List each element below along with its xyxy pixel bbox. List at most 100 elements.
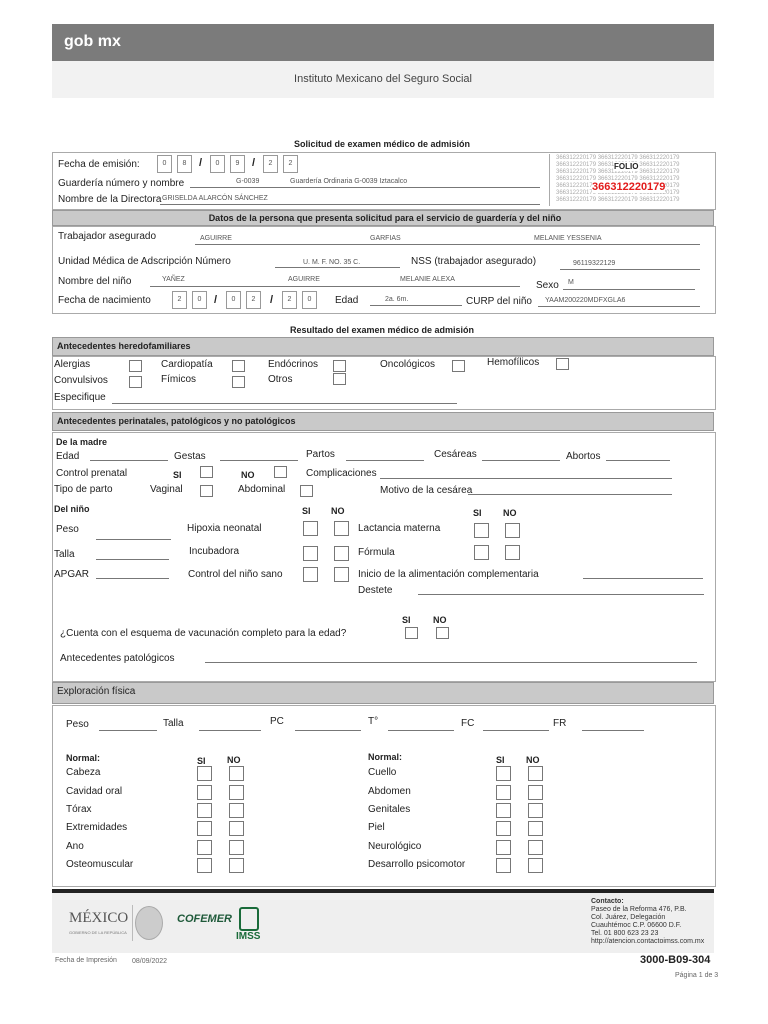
guarderia-numero[interactable]: G-0039 [236, 178, 259, 185]
abortos-label: Abortos [566, 451, 601, 462]
gestas-label: Gestas [174, 451, 206, 462]
exploracion-no-checkbox[interactable] [229, 858, 244, 873]
directora-value[interactable]: GRISELDA ALARCÓN SÁNCHEZ [162, 195, 268, 202]
incubadora-no[interactable] [334, 546, 349, 561]
exploracion-no-checkbox[interactable] [528, 803, 543, 818]
sexo-value[interactable]: M [568, 279, 574, 286]
date-digit[interactable]: 0 [302, 291, 317, 309]
date-digit[interactable]: 2 [263, 155, 278, 173]
exploracion-si-checkbox[interactable] [496, 858, 511, 873]
date-separator: / [270, 294, 274, 306]
exploracion-no-checkbox[interactable] [229, 821, 244, 836]
edad-value[interactable]: 2a. 6m. [385, 296, 408, 303]
talla-label: Talla [163, 718, 184, 729]
date-digit[interactable]: 2 [172, 291, 187, 309]
lactancia-no[interactable] [505, 523, 520, 538]
date-digit[interactable]: 0 [192, 291, 207, 309]
mexico-logo: MÉXICO [69, 910, 129, 926]
otros-checkbox[interactable] [333, 373, 346, 385]
si-label: SI [173, 470, 182, 480]
lactancia-label: Lactancia materna [358, 523, 441, 534]
exploracion-si-checkbox[interactable] [496, 766, 511, 781]
exploracion-no-checkbox[interactable] [528, 821, 543, 836]
abdominal-checkbox[interactable] [300, 485, 313, 497]
si-label: SI [473, 508, 482, 518]
nino-heading: Del niño [54, 504, 90, 514]
control-sano-si[interactable] [303, 567, 318, 582]
trabajador-label: Trabajador asegurado [58, 231, 157, 242]
exploracion-si-checkbox[interactable] [496, 785, 511, 800]
date-digit[interactable]: 0 [210, 155, 225, 173]
exploracion-si-checkbox[interactable] [197, 803, 212, 818]
exploracion-si-checkbox[interactable] [197, 766, 212, 781]
date-digit[interactable]: 8 [177, 155, 192, 173]
date-digit[interactable]: 0 [157, 155, 172, 173]
exploracion-si-checkbox[interactable] [496, 803, 511, 818]
gob-logo[interactable]: gob mx [64, 33, 121, 51]
guarderia-nombre[interactable]: Guardería Ordinaria G-0039 Iztacalco [290, 178, 407, 185]
endocrinos-checkbox[interactable] [333, 360, 346, 372]
contact-url[interactable]: http://atencion.contactoimss.com.mx [591, 938, 704, 946]
trabajador-nombre[interactable]: MELANIE YESSENIA [534, 235, 602, 242]
trabajador-apellido1[interactable]: AGUIRRE [200, 235, 232, 242]
fimicos-checkbox[interactable] [232, 376, 245, 388]
date-digit[interactable]: 0 [226, 291, 241, 309]
patologicos-field[interactable] [205, 662, 697, 663]
control-sano-no[interactable] [334, 567, 349, 582]
address-line: Paseo de la Reforma 476, P.B. [591, 906, 687, 913]
hemofilicos-checkbox[interactable] [556, 358, 569, 370]
guarderia-label: Guardería número y nombre [58, 178, 185, 189]
formula-no[interactable] [505, 545, 520, 560]
exploracion-si-checkbox[interactable] [197, 821, 212, 836]
exploracion-si-checkbox[interactable] [197, 840, 212, 855]
exploracion-item-label: Cuello [368, 767, 397, 778]
exploracion-si-checkbox[interactable] [496, 821, 511, 836]
especifique-field[interactable] [112, 403, 457, 404]
destete-label: Destete [358, 585, 393, 596]
control-prenatal-no[interactable] [274, 466, 287, 478]
convulsivos-checkbox[interactable] [129, 376, 142, 388]
exploracion-no-checkbox[interactable] [229, 803, 244, 818]
date-digit[interactable]: 2 [246, 291, 261, 309]
nino-apellido2[interactable]: AGUIRRE [288, 276, 320, 283]
exploracion-si-checkbox[interactable] [197, 858, 212, 873]
hemofilicos-label: Hemofílicos [487, 357, 540, 368]
perinatales-header: Antecedentes perinatales, patológicos y … [52, 412, 714, 431]
incubadora-si[interactable] [303, 546, 318, 561]
exploracion-si-checkbox[interactable] [496, 840, 511, 855]
formula-si[interactable] [474, 545, 489, 560]
oncologicos-checkbox[interactable] [452, 360, 465, 372]
exploracion-no-checkbox[interactable] [229, 766, 244, 781]
nino-nombre[interactable]: MELANIE ALEXA [400, 276, 455, 283]
alergias-checkbox[interactable] [129, 360, 142, 372]
vacunacion-no[interactable] [436, 627, 449, 639]
cardiopatia-checkbox[interactable] [232, 360, 245, 372]
vaginal-checkbox[interactable] [200, 485, 213, 497]
trabajador-apellido2[interactable]: GARFIAS [370, 235, 401, 242]
control-prenatal-si[interactable] [200, 466, 213, 478]
exploracion-no-checkbox[interactable] [528, 858, 543, 873]
umf-value[interactable]: U. M. F. NO. 35 C. [303, 259, 360, 266]
exploracion-si-checkbox[interactable] [197, 785, 212, 800]
lactancia-si[interactable] [474, 523, 489, 538]
si-label: SI [302, 506, 311, 516]
nino-apellido1[interactable]: YAÑEZ [162, 276, 185, 283]
vacunacion-si[interactable] [405, 627, 418, 639]
fc-label: FC [461, 718, 475, 729]
exploracion-no-checkbox[interactable] [528, 785, 543, 800]
curp-value[interactable]: YAAM200220MDFXGLA6 [545, 297, 625, 304]
exploracion-no-checkbox[interactable] [229, 840, 244, 855]
exploracion-no-checkbox[interactable] [528, 766, 543, 781]
hipoxia-si[interactable] [303, 521, 318, 536]
escudo-seal-icon [135, 906, 163, 940]
date-digit[interactable]: 9 [230, 155, 245, 173]
incubadora-label: Incubadora [189, 546, 240, 557]
date-digit[interactable]: 2 [283, 155, 298, 173]
date-separator: / [214, 294, 218, 306]
form-title: Solicitud de examen médico de admisión [293, 139, 471, 149]
hipoxia-no[interactable] [334, 521, 349, 536]
exploracion-no-checkbox[interactable] [528, 840, 543, 855]
date-digit[interactable]: 2 [282, 291, 297, 309]
nss-value[interactable]: 96119322129 [573, 260, 615, 267]
exploracion-no-checkbox[interactable] [229, 785, 244, 800]
